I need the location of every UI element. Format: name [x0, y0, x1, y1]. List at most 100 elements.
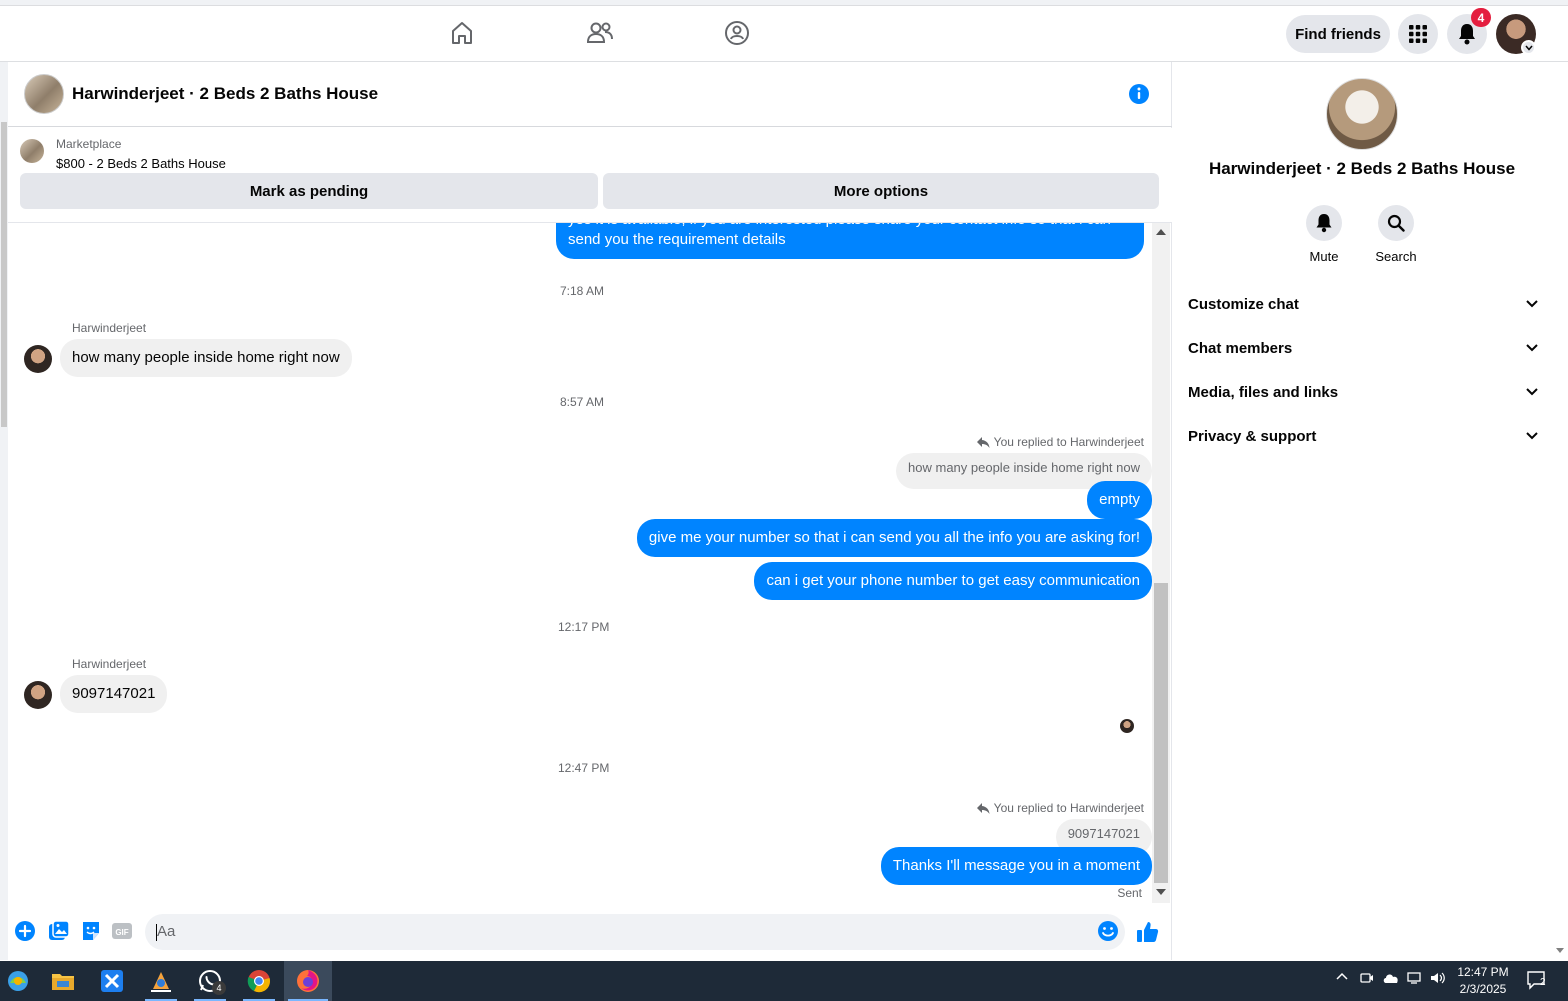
chevron-down-icon [1526, 344, 1538, 352]
outgoing-message[interactable]: Thanks I'll message you in a moment [880, 847, 1152, 885]
mute-button[interactable]: Mute [1288, 205, 1360, 264]
row-label: Chat members [1188, 339, 1293, 357]
listing-small-thumbnail[interactable] [20, 139, 44, 163]
outgoing-message[interactable]: yes it is available, if you are interest… [556, 223, 1144, 259]
reply-arrow-icon [976, 802, 990, 814]
find-friends-button[interactable]: Find friends [1286, 15, 1390, 53]
conversation-details-panel: Harwinderjeet · 2 Beds 2 Baths House Mut… [1172, 62, 1552, 960]
gif-icon[interactable]: GIF [111, 920, 135, 944]
left-scroll-thumb[interactable] [1, 122, 7, 427]
privacy-support-row[interactable]: Privacy & support [1188, 416, 1538, 456]
row-label: Media, files and links [1188, 383, 1339, 401]
tray-chevron-up-icon[interactable] [1336, 971, 1348, 986]
left-scroll-strip [0, 62, 8, 960]
info-icon[interactable] [1128, 83, 1150, 105]
text-caret [156, 924, 157, 941]
gif-label: GIF [115, 928, 128, 937]
firefox-icon[interactable] [284, 961, 332, 1001]
timestamp: 8:57 AM [560, 395, 605, 409]
clock-time: 12:47 PM [1457, 965, 1509, 979]
clock-date: 2/3/2025 [1459, 982, 1507, 996]
search-label: Search [1375, 249, 1417, 264]
top-navigation-bar: Find friends 4 [0, 0, 1568, 62]
page-scroll-down-arrow-icon[interactable] [1556, 948, 1564, 953]
chat-title[interactable]: Harwinderjeet · 2 Beds 2 Baths House [72, 84, 378, 104]
message-status: Sent [1117, 886, 1142, 900]
chat-members-row[interactable]: Chat members [1188, 328, 1538, 368]
mark-as-pending-button[interactable]: Mark as pending [20, 173, 598, 209]
scroll-up-arrow-icon[interactable] [1156, 229, 1166, 235]
menu-grid-icon[interactable] [1398, 14, 1438, 54]
listing-thumbnail[interactable] [24, 74, 64, 114]
message-scrollbar[interactable] [1152, 223, 1170, 903]
meet-now-icon[interactable] [1360, 971, 1374, 988]
scrollbar-thumb[interactable] [1154, 583, 1168, 883]
message-composer: GIF Aa [8, 904, 1172, 960]
timestamp: 12:17 PM [558, 620, 610, 634]
chat-pane: Harwinderjeet · 2 Beds 2 Baths House Mar… [8, 62, 1172, 960]
incoming-message[interactable]: 9097147021 [60, 675, 168, 713]
groups-icon[interactable] [722, 18, 752, 48]
file-explorer-icon[interactable] [39, 961, 87, 1001]
windows-taskbar: 4 12:47 PM 2/3/2025 2 [0, 961, 1568, 1001]
sender-avatar[interactable] [24, 681, 52, 709]
paint-app-icon[interactable] [137, 961, 185, 1001]
chrome-icon[interactable] [235, 961, 283, 1001]
row-label: Customize chat [1188, 295, 1299, 313]
notification-center-count: 2 [1540, 977, 1546, 988]
incoming-message[interactable]: how many people inside home right now [60, 339, 352, 377]
search-button[interactable]: Search [1360, 205, 1432, 264]
emoji-icon[interactable] [1097, 920, 1121, 944]
row-label: Privacy & support [1188, 427, 1317, 445]
sender-name: Harwinderjeet [72, 657, 147, 671]
marketplace-label: Marketplace [56, 137, 122, 151]
plus-icon[interactable] [14, 920, 38, 944]
sender-name: Harwinderjeet [72, 321, 147, 335]
photo-icon[interactable] [48, 920, 72, 944]
onedrive-cloud-icon[interactable] [1382, 971, 1400, 988]
home-icon[interactable] [447, 18, 477, 48]
search-icon [1378, 205, 1414, 241]
outgoing-message[interactable]: can i get your phone number to get easy … [754, 562, 1152, 600]
outgoing-message[interactable]: empty [1087, 481, 1152, 519]
app-x-icon[interactable] [88, 961, 136, 1001]
notification-count-badge: 4 [1471, 8, 1491, 27]
chevron-down-icon [1526, 300, 1538, 308]
reply-indicator: You replied to Harwinderjeet [976, 801, 1144, 815]
volume-icon[interactable] [1430, 971, 1446, 988]
details-title: Harwinderjeet · 2 Beds 2 Baths House [1208, 159, 1516, 178]
timestamp: 7:18 AM [560, 284, 605, 298]
chevron-down-icon [1526, 432, 1538, 440]
browser-edge [0, 0, 1568, 6]
scroll-down-arrow-icon[interactable] [1156, 889, 1166, 895]
sender-avatar[interactable] [24, 345, 52, 373]
chat-header: Harwinderjeet · 2 Beds 2 Baths House [8, 62, 1172, 127]
start-icon[interactable] [0, 961, 42, 1001]
friends-icon[interactable] [585, 18, 615, 48]
outgoing-message[interactable]: give me your number so that i can send y… [636, 519, 1152, 557]
reply-indicator-label: You replied to Harwinderjeet [993, 435, 1144, 449]
sticker-icon[interactable] [80, 920, 104, 944]
system-clock[interactable]: 12:47 PM 2/3/2025 [1448, 964, 1518, 998]
message-list: yes it is available, if you are interest… [8, 223, 1152, 903]
chevron-down-icon [1526, 388, 1538, 396]
page-scrollbar[interactable] [1552, 62, 1568, 960]
network-icon[interactable] [1407, 971, 1423, 988]
thumbs-up-icon[interactable] [1136, 920, 1160, 944]
reply-arrow-icon [976, 436, 990, 448]
chevron-down-icon[interactable] [1521, 40, 1536, 55]
seen-receipt-avatar [1120, 719, 1134, 733]
bell-icon [1306, 205, 1342, 241]
timestamp: 12:47 PM [558, 761, 610, 775]
message-input[interactable]: Aa [145, 914, 1125, 950]
listing-photo[interactable] [1326, 78, 1398, 150]
mute-label: Mute [1309, 249, 1339, 264]
media-files-links-row[interactable]: Media, files and links [1188, 372, 1538, 412]
more-options-button[interactable]: More options [603, 173, 1159, 209]
whatsapp-icon[interactable]: 4 [186, 961, 234, 1001]
customize-chat-row[interactable]: Customize chat [1188, 284, 1538, 324]
listing-price-title[interactable]: $800 - 2 Beds 2 Baths House [56, 156, 226, 171]
reply-indicator: You replied to Harwinderjeet [976, 435, 1144, 449]
reply-indicator-label: You replied to Harwinderjeet [993, 801, 1144, 815]
whatsapp-badge: 4 [212, 981, 226, 995]
